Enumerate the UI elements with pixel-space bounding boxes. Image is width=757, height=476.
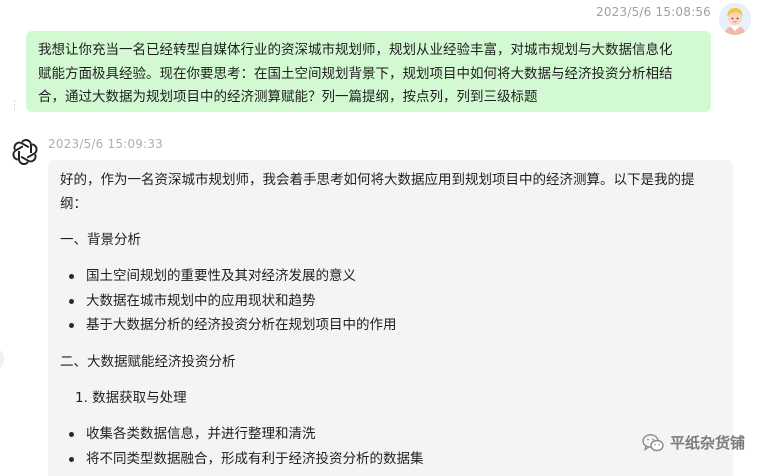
bullet-list: 国土空间规划的重要性及其对经济发展的意义 大数据在城市规划中的应用现状和趋势 基… [60, 264, 721, 338]
side-collapse-handle[interactable] [0, 348, 4, 370]
assistant-message-bubble: 好的，作为一名资深城市规划师，我会着手思考如何将大数据应用到规划项目中的经济测算… [48, 160, 733, 476]
list-item: 将不同类型数据融合，形成有利于经济投资分析的数据集 [69, 447, 721, 472]
user-message-line: 赋能方面极具经验。现在你要思考：在国土空间规划背景下，规划项目中如何将大数据与经… [38, 65, 673, 82]
watermark-text: 平纸杂货铺 [669, 434, 745, 452]
list-item: 收集各类数据信息，并进行整理和清洗 [69, 422, 721, 447]
list-item: 大数据在城市规划中的应用现状和趋势 [69, 289, 721, 314]
bullet-list: 收集各类数据信息，并进行整理和清洗 将不同类型数据融合，形成有利于经济投资分析的… [60, 422, 721, 471]
subsection-heading: 1. 数据获取与处理 [75, 390, 187, 407]
watermark: 平纸杂货铺 [642, 432, 745, 453]
wechat-icon [642, 433, 664, 451]
user-message-timestamp: 2023/5/6 15:08:56 [595, 5, 711, 19]
assistant-message-timestamp: 2023/5/6 15:09:33 [48, 137, 164, 151]
chat-page: 2023/5/6 15:08:56 我想让你充当一名已经转型自媒体行业的资深城市… [0, 0, 757, 476]
intro-line: 纲： [60, 196, 87, 212]
list-item: 国土空间规划的重要性及其对经济发展的意义 [69, 264, 721, 289]
section-heading: 一、背景分析 [60, 232, 141, 248]
section-heading: 二、大数据赋能经济投资分析 [60, 354, 236, 371]
user-message-bubble: 我想让你充当一名已经转型自媒体行业的资深城市规划师，规划从业经验丰富，对城市规划… [26, 31, 711, 112]
openai-logo-icon [10, 137, 40, 167]
user-message-line: 我想让你充当一名已经转型自媒体行业的资深城市规划师，规划从业经验丰富，对城市规划… [38, 42, 673, 58]
user-avatar-icon[interactable] [719, 3, 751, 35]
intro-line: 好的，作为一名资深城市规划师，我会着手思考如何将大数据应用到规划项目中的经济测算… [60, 172, 695, 188]
user-message-line: 合，通过大数据为规划项目中的经济测算赋能？列一篇提纲，按点列，列到三级标题 [38, 89, 538, 105]
more-options-icon[interactable]: · · · [13, 98, 16, 115]
list-item: 基于大数据分析的经济投资分析在规划项目中的作用 [69, 313, 721, 338]
